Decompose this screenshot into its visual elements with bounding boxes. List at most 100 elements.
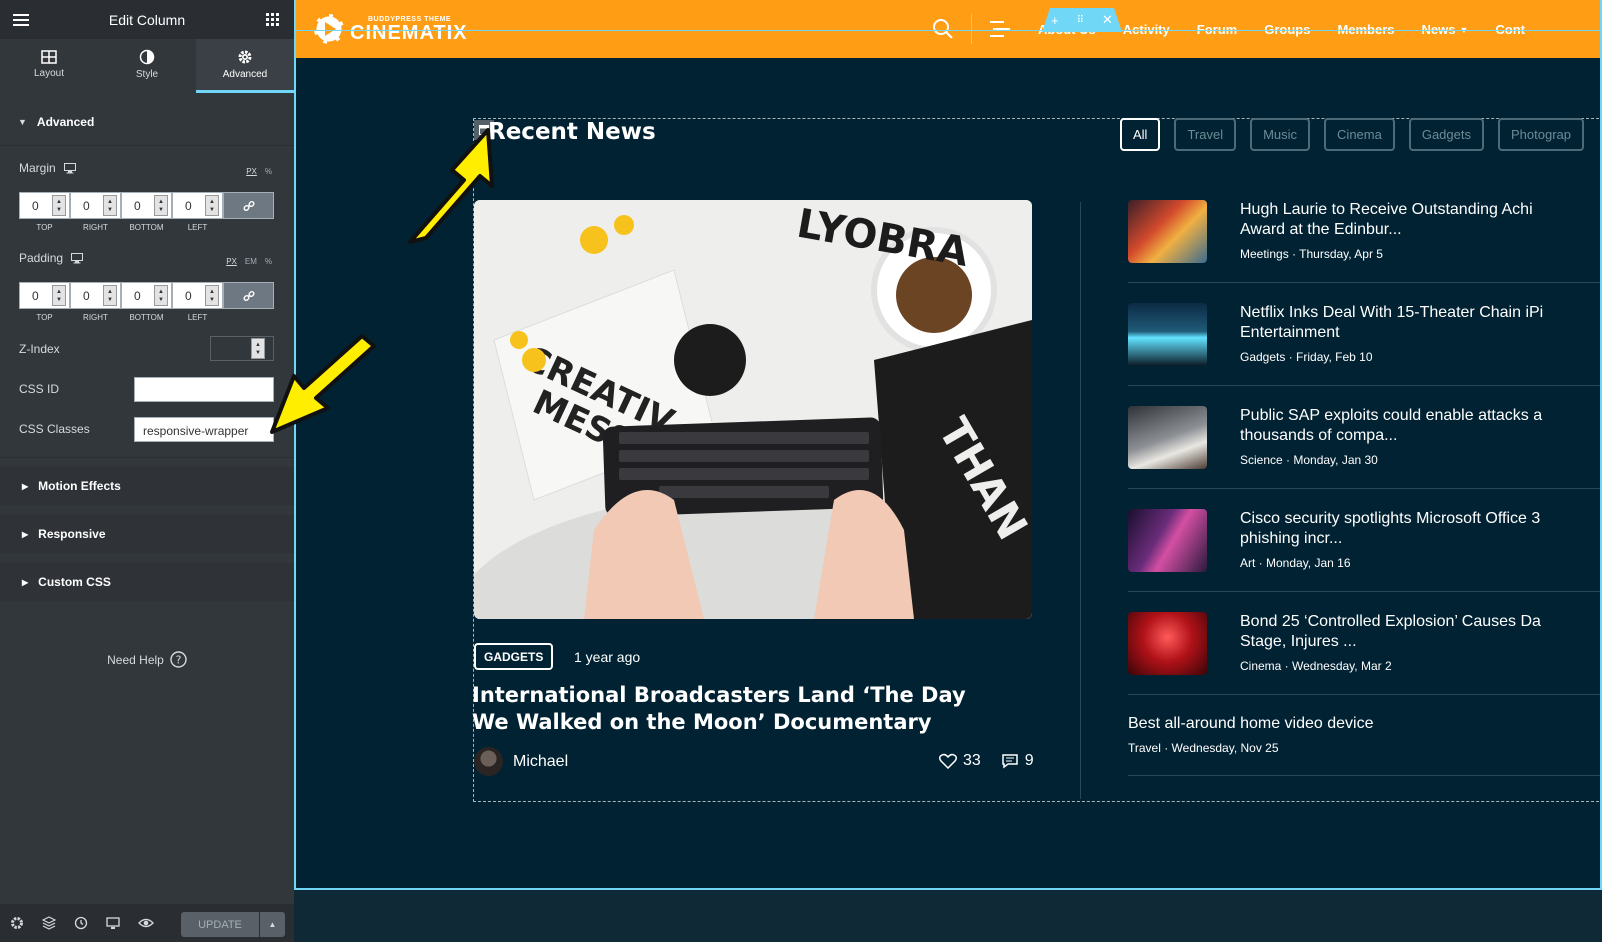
history-icon[interactable]: [74, 916, 88, 930]
site-logo[interactable]: BUDDYPRESS THEME CINEMATIX: [313, 13, 468, 45]
padding-link-button[interactable]: [223, 282, 274, 309]
spinner-icon[interactable]: ▲ ▼: [154, 285, 168, 306]
layers-icon[interactable]: [42, 916, 56, 930]
section-outline: [296, 30, 1600, 31]
motion-effects-section[interactable]: ▶ Motion Effects: [0, 467, 294, 505]
logo-mark-icon: [313, 13, 345, 45]
eye-icon[interactable]: [138, 916, 154, 930]
caret-right-icon: ▶: [22, 529, 29, 539]
link-icon: [242, 200, 255, 211]
filter-cinema[interactable]: Cinema: [1324, 118, 1395, 151]
padding-units: PX EM %: [226, 257, 272, 266]
update-options-caret-icon[interactable]: ▲: [260, 912, 285, 937]
author-name: Michael: [513, 752, 569, 770]
padding-unit-percent[interactable]: %: [265, 257, 272, 266]
comments-count: 9: [1024, 752, 1034, 769]
filter-travel[interactable]: Travel: [1174, 118, 1237, 151]
tab-layout[interactable]: Layout: [0, 39, 98, 93]
hamburger-menu-icon[interactable]: [12, 11, 30, 29]
responsive-mode-icon[interactable]: [106, 916, 120, 930]
layout-icon: [41, 50, 57, 64]
panel-footer: UPDATE ▲: [0, 904, 294, 942]
padding-unit-em[interactable]: EM: [245, 257, 257, 266]
tab-advanced[interactable]: Advanced: [196, 39, 294, 93]
margin-top-input[interactable]: 0 ▲ ▼: [19, 192, 70, 219]
desktop-icon[interactable]: [63, 162, 76, 174]
panel-title: Edit Column: [108, 11, 186, 28]
responsive-section[interactable]: ▶ Responsive: [0, 515, 294, 553]
margin-left-input[interactable]: 0 ▲ ▼: [172, 192, 223, 219]
filter-music[interactable]: Music: [1250, 118, 1311, 151]
custom-css-section[interactable]: ▶ Custom CSS: [0, 563, 294, 601]
filter-gadgets[interactable]: Gadgets: [1408, 118, 1484, 151]
news-title: Public SAP exploits could enable attacks…: [1240, 407, 1543, 444]
svg-text:?: ?: [175, 654, 181, 667]
update-button[interactable]: UPDATE: [181, 912, 259, 937]
featured-category-badge[interactable]: GADGETS: [474, 643, 554, 670]
padding-right-label: RIGHT: [83, 313, 108, 322]
custom-css-title: Custom CSS: [38, 575, 111, 589]
padding-left-input[interactable]: 0 ▲ ▼: [172, 282, 223, 309]
spinner-icon[interactable]: ▲ ▼: [205, 195, 219, 216]
list-item[interactable]: Bond 25 ‘Controlled Explosion’ Causes Da…: [1128, 592, 1600, 695]
featured-author[interactable]: Michael: [474, 747, 568, 776]
spinner-icon[interactable]: ▲ ▼: [205, 285, 219, 306]
news-meta: Art · Monday, Jan 16: [1240, 556, 1351, 570]
need-help-link[interactable]: Need Help ?: [0, 651, 294, 668]
widgets-grid-icon[interactable]: [264, 11, 282, 29]
news-meta: Gadgets · Friday, Feb 10: [1240, 350, 1373, 364]
padding-unit-px[interactable]: PX: [226, 257, 237, 266]
spinner-icon[interactable]: ▲ ▼: [103, 285, 117, 306]
margin-units: PX %: [246, 167, 272, 176]
tab-style[interactable]: Style: [98, 39, 196, 93]
margin-right-input[interactable]: 0 ▲ ▼: [70, 192, 121, 219]
margin-side-labels: TOP RIGHT BOTTOM LEFT: [19, 223, 223, 232]
list-item[interactable]: Public SAP exploits could enable attacks…: [1128, 386, 1600, 489]
likes[interactable]: 33: [939, 752, 981, 770]
news-thumbnail: [1128, 406, 1207, 469]
margin-bottom-input[interactable]: 0 ▲ ▼: [121, 192, 172, 219]
padding-side-labels: TOP RIGHT BOTTOM LEFT: [19, 313, 223, 322]
list-item[interactable]: Hugh Laurie to Receive Outstanding Achi A…: [1128, 180, 1600, 283]
list-item[interactable]: Best all-around home video device Travel…: [1128, 695, 1600, 776]
spinner-icon[interactable]: ▲ ▼: [52, 195, 66, 216]
news-thumbnail: [1128, 303, 1207, 366]
advanced-section-toggle[interactable]: ▼ Advanced: [0, 98, 294, 146]
search-icon[interactable]: [932, 18, 954, 40]
featured-title[interactable]: International Broadcasters Land ‘The Day…: [472, 682, 992, 736]
margin-top-value: 0: [32, 198, 39, 213]
css-classes-input[interactable]: responsive-wrapper: [134, 417, 274, 442]
list-item[interactable]: Netflix Inks Deal With 15-Theater Chain …: [1128, 283, 1600, 386]
likes-count: 33: [963, 752, 981, 769]
padding-bottom-input[interactable]: 0 ▲ ▼: [121, 282, 172, 309]
add-section-icon[interactable]: +: [1051, 13, 1059, 28]
margin-unit-percent[interactable]: %: [265, 167, 272, 176]
margin-top-label: TOP: [36, 223, 53, 232]
spinner-icon[interactable]: ▲ ▼: [154, 195, 168, 216]
settings-icon[interactable]: [10, 916, 24, 930]
comments[interactable]: 9: [1001, 752, 1034, 770]
margin-unit-px[interactable]: PX: [246, 167, 257, 176]
filter-all[interactable]: All: [1120, 118, 1161, 151]
filter-photography[interactable]: Photograp: [1498, 118, 1584, 151]
desktop-icon[interactable]: [71, 252, 84, 264]
list-item[interactable]: Cisco security spotlights Microsoft Offi…: [1128, 489, 1600, 592]
featured-date: 1 year ago: [574, 649, 641, 665]
padding-right-input[interactable]: 0 ▲ ▼: [70, 282, 121, 309]
caret-right-icon: ▶: [22, 577, 29, 587]
menu-lines-icon[interactable]: [990, 20, 1010, 38]
padding-top-input[interactable]: 0 ▲ ▼: [19, 282, 70, 309]
motion-effects-title: Motion Effects: [38, 479, 121, 493]
avatar: [474, 747, 503, 776]
margin-right-label: RIGHT: [83, 223, 108, 232]
need-help-label: Need Help: [107, 652, 164, 667]
spinner-icon[interactable]: ▲ ▼: [52, 285, 66, 306]
css-classes-label: CSS Classes: [19, 422, 90, 436]
drag-handle-icon[interactable]: ⠿: [1077, 15, 1084, 26]
margin-link-button[interactable]: [223, 192, 274, 219]
margin-bottom-value: 0: [134, 198, 141, 213]
spinner-icon[interactable]: ▲ ▼: [103, 195, 117, 216]
css-id-input[interactable]: [134, 377, 274, 402]
featured-image[interactable]: CREATIV MESS LYOBRA THAN: [474, 200, 1032, 619]
close-icon[interactable]: ✕: [1102, 12, 1113, 28]
